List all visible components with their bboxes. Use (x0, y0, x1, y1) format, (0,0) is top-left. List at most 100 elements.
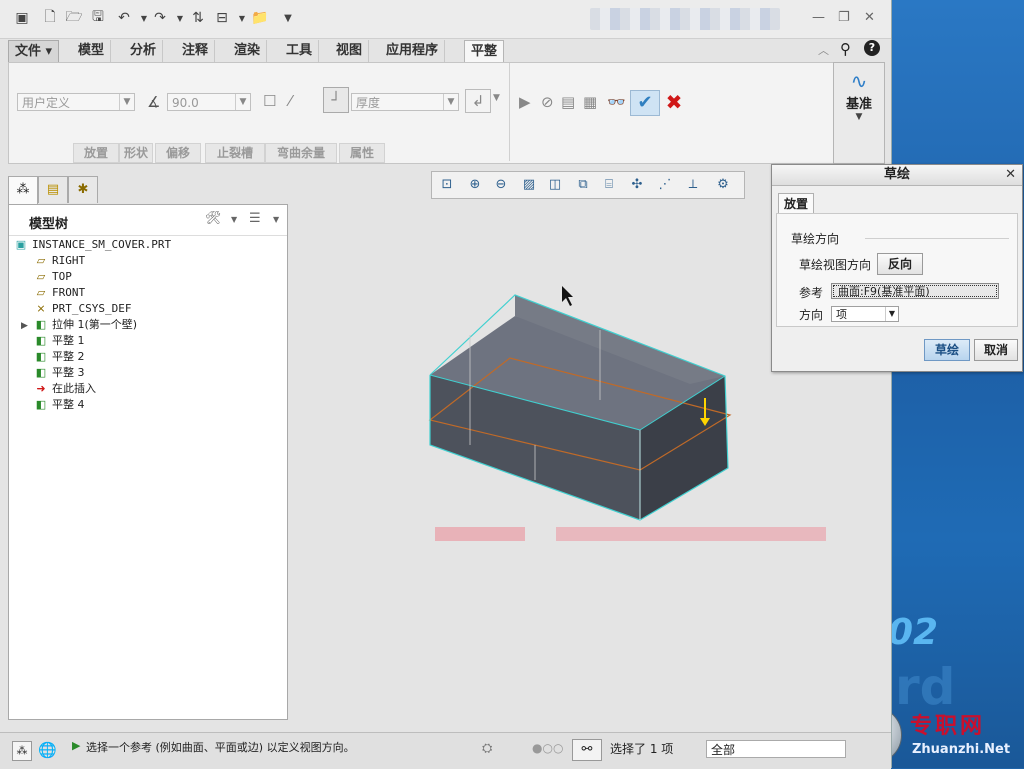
cancel-x-button[interactable]: ✖ (662, 90, 686, 114)
tree-node-flat-4[interactable]: ◧ 平整 4 (33, 397, 85, 413)
angle-input[interactable]: 90.0 ▼ (167, 93, 251, 111)
saved-views-icon[interactable]: ⧉ (572, 175, 594, 195)
tab-analysis[interactable]: 分析 (124, 40, 164, 62)
relief-dropdown-icon[interactable]: ▼ (493, 93, 500, 103)
redo-dropdown-icon[interactable]: ▼ (170, 8, 190, 28)
flip-angle-icon[interactable]: ⁄ (289, 92, 292, 110)
redo-icon[interactable]: ↷ (150, 8, 170, 28)
bend-relief-icon[interactable]: ↲ (465, 89, 491, 113)
tab-annotate[interactable]: 注释 (176, 40, 216, 62)
tree-node-top[interactable]: ▱ TOP (33, 269, 72, 285)
tree-settings-icon[interactable]: 🛠 (205, 211, 222, 226)
tree-node-extrude[interactable]: ◧ 拉伸 1(第一个壁) (33, 317, 137, 333)
more-icon[interactable]: ▼ (278, 8, 298, 28)
watermark-brand: 专职网 (910, 713, 986, 739)
selection-filter[interactable]: 全部 (706, 740, 846, 758)
message-arrow-icon: ▶ (72, 739, 81, 752)
tree-node-flat-2[interactable]: ◧ 平整 2 (33, 349, 85, 365)
datum-plane-icon: ▱ (36, 270, 46, 283)
datum-display-icon[interactable]: ✣ (626, 175, 648, 195)
datum-button[interactable]: ∿ 基准 ▼ (833, 62, 885, 164)
save-icon[interactable]: 🖫 (88, 8, 108, 28)
favorites-tab-icon[interactable]: ✱ (68, 176, 98, 203)
tree-columns-icon[interactable]: ☰ (249, 211, 261, 226)
thickness-side-icon[interactable]: ┘ (323, 87, 349, 113)
expand-arrow-icon[interactable]: ▶ (21, 321, 28, 331)
new-file-icon[interactable]: 🗋 (40, 8, 60, 28)
tree-node-csys[interactable]: ⨯ PRT_CSYS_DEF (33, 301, 131, 317)
open-icon[interactable]: 🗁 (64, 8, 84, 28)
annotation-display-icon[interactable]: ⚙ (712, 175, 734, 195)
sketch-button[interactable]: 草绘 (924, 339, 970, 361)
group-shape[interactable]: 形状 (119, 143, 153, 163)
chevron-down-icon: ▼ (443, 94, 458, 110)
square-bend-icon[interactable]: ☐ (263, 92, 276, 110)
preview-icon[interactable]: ▤ (561, 93, 575, 111)
group-placement[interactable]: 放置 (73, 143, 119, 163)
orientation-select[interactable]: 项 ▼ (831, 306, 899, 322)
browser-toggle-icon[interactable]: 🌐 (38, 741, 57, 759)
tree-node-flat-1[interactable]: ◧ 平整 1 (33, 333, 85, 349)
tree-node-right[interactable]: ▱ RIGHT (33, 253, 85, 269)
graphics-toolbar: ⊡ ⊕ ⊖ ▨ ◫ ⧉ ⌸ ✣ ⋰ ⟂ ⚙ (431, 171, 745, 199)
tab-flat[interactable]: 平整 (464, 40, 505, 63)
cancel-button[interactable]: 取消 (974, 339, 1018, 361)
group-properties[interactable]: 属性 (339, 143, 385, 163)
regenerate-icon[interactable]: ⇅ (188, 8, 208, 28)
repaint-icon[interactable]: ▨ (518, 175, 540, 195)
folder-icon[interactable]: 📁 (250, 8, 270, 28)
close-window-icon[interactable]: ✕ (864, 10, 875, 25)
angle-icon: ∡ (147, 93, 161, 111)
pause-icon[interactable]: ⊘ (541, 93, 554, 111)
model-tree-tab-icon[interactable]: ⁂ (8, 176, 38, 205)
sketch-orientation-label: 草绘方向 (791, 232, 840, 246)
maximize-icon[interactable]: ❐ (838, 10, 850, 25)
reference-field[interactable]: 曲面:F9(基准平面) (831, 283, 999, 299)
tab-render[interactable]: 渲染 (228, 40, 268, 62)
group-offset[interactable]: 偏移 (155, 143, 201, 163)
tab-placement[interactable]: 放置 (778, 193, 814, 214)
verify-icon[interactable]: ▦ (583, 93, 597, 111)
windows-dropdown-icon[interactable]: ▼ (232, 8, 252, 28)
search-icon[interactable]: ⚲ (840, 40, 851, 58)
view-manager-icon[interactable]: ⌸ (598, 175, 620, 195)
close-icon[interactable]: ✕ (1005, 165, 1016, 185)
minimize-icon[interactable]: — (812, 10, 825, 25)
thickness-select[interactable]: 厚度 ▼ (351, 93, 459, 111)
glasses-icon[interactable]: 👓 (607, 93, 626, 111)
tab-applications[interactable]: 应用程序 (380, 40, 446, 62)
dialog-title: 草绘 ✕ (772, 165, 1022, 186)
tree-node-front[interactable]: ▱ FRONT (33, 285, 85, 301)
folder-browser-tab-icon[interactable]: ▤ (38, 176, 68, 203)
group-relief[interactable]: 止裂槽 (205, 143, 265, 163)
zoom-in-icon[interactable]: ⊕ (464, 175, 486, 195)
refit-icon[interactable]: ⊡ (436, 175, 458, 195)
chevron-down-icon[interactable]: ▼ (231, 215, 237, 224)
points-display-icon[interactable]: ⋰ (654, 175, 676, 195)
chevron-down-icon[interactable]: ▼ (273, 215, 279, 224)
tab-model[interactable]: 模型 (72, 40, 112, 62)
display-style-icon[interactable]: ◫ (544, 175, 566, 195)
shape-select[interactable]: 用户定义 ▼ (17, 93, 135, 111)
tab-view[interactable]: 视图 (330, 40, 370, 62)
help-icon[interactable]: ? (864, 40, 880, 56)
ribbon-divider (509, 63, 510, 161)
collapse-ribbon-icon[interactable]: ︿ (818, 42, 829, 58)
model-tree-toggle-icon[interactable]: ⁂ (12, 741, 32, 761)
window-icon[interactable]: ▣ (12, 8, 32, 28)
find-binoculars-icon[interactable]: ⚯ (572, 739, 602, 761)
tab-file[interactable]: 文件 ▾ (8, 40, 60, 64)
undo-icon[interactable]: ↶ (114, 8, 134, 28)
group-bend-allowance[interactable]: 弯曲余量 (265, 143, 337, 163)
tree-node-flat-3[interactable]: ◧ 平整 3 (33, 365, 85, 381)
csys-display-icon[interactable]: ⟂ (682, 175, 704, 195)
zoom-out-icon[interactable]: ⊖ (490, 175, 512, 195)
tree-node-part[interactable]: ▣ INSTANCE_SM_COVER.PRT (13, 237, 171, 253)
flip-button[interactable]: 反向 (877, 253, 923, 275)
ok-check-button[interactable]: ✔ (630, 90, 660, 116)
play-icon[interactable]: ▶ (519, 93, 531, 111)
insert-arrow-icon: ➜ (36, 382, 46, 395)
tree-node-insert-here[interactable]: ➜ 在此插入 (33, 381, 96, 397)
windows-icon[interactable]: ⊟ (212, 8, 232, 28)
tab-tools[interactable]: 工具 (280, 40, 320, 62)
